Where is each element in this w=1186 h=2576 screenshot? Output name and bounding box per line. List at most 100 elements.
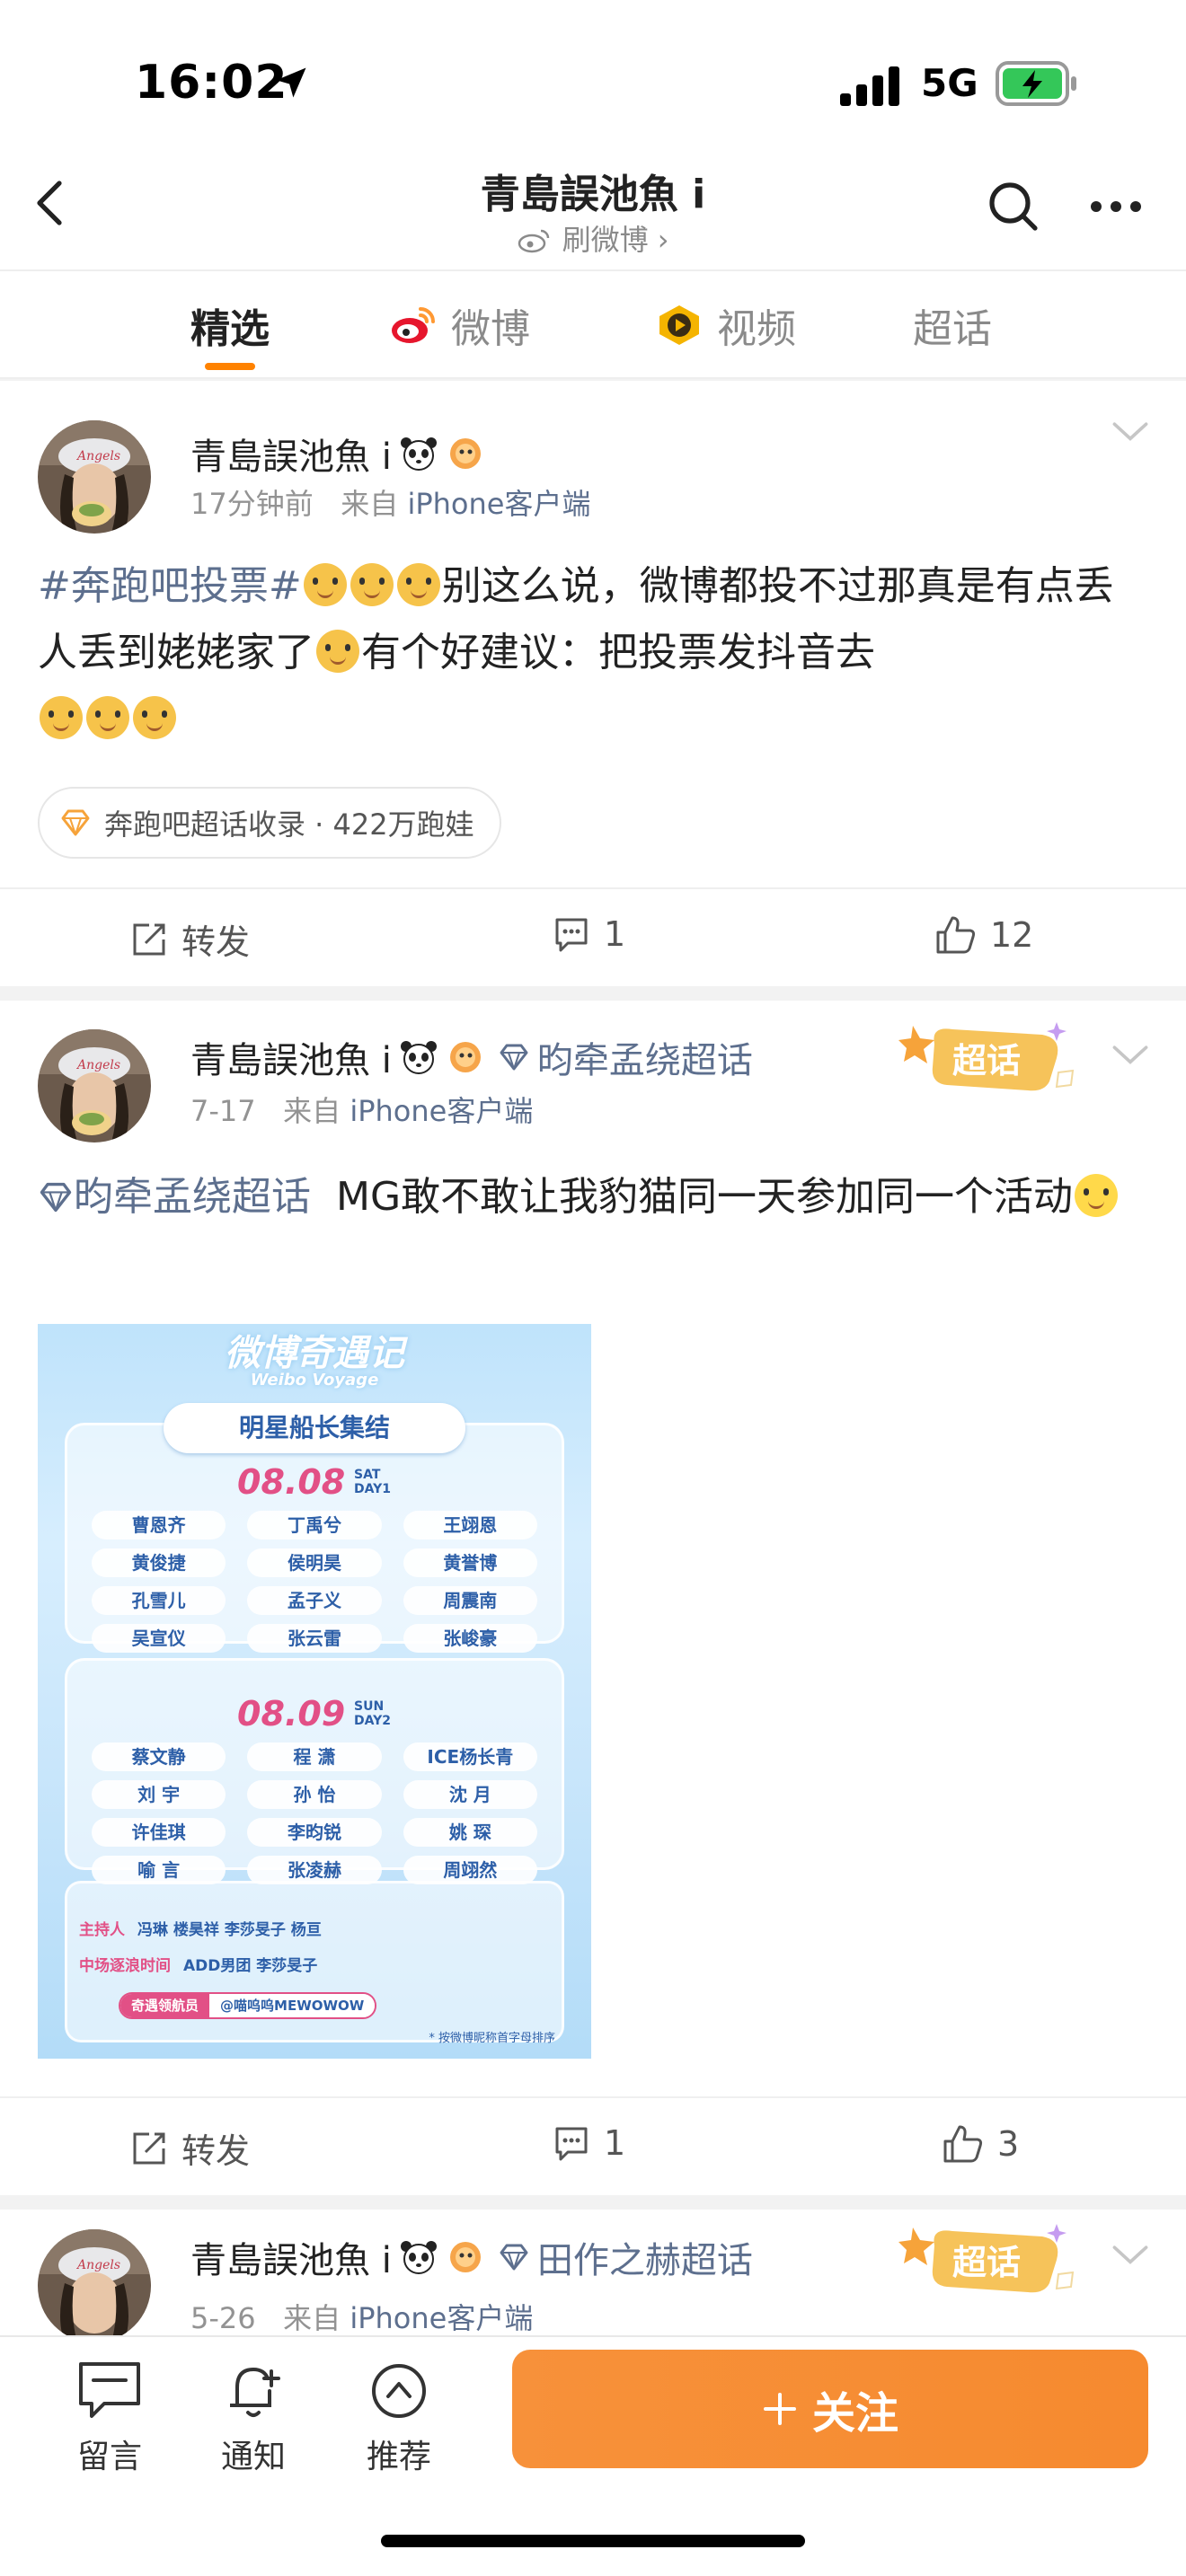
username-text: 青島誤池魚 i: [190, 1040, 392, 1081]
avatar[interactable]: Angels: [38, 2229, 151, 2335]
post-source[interactable]: iPhone客户端: [407, 487, 590, 521]
battery-icon: [996, 61, 1076, 106]
source-prefix: 来自: [341, 487, 399, 521]
topic-link[interactable]: #奔跑吧投票#: [38, 563, 302, 609]
mid-label: 中场逐浪时间: [79, 1957, 171, 1975]
name-tag: 许佳琪: [92, 1818, 226, 1847]
comment-button[interactable]: 1: [552, 914, 625, 954]
status-bar: 16:02 5G: [0, 0, 1186, 144]
supertopic-chip-label: 奔跑吧超话收录 · 422万跑娃: [104, 807, 474, 842]
username-text: 青島誤池魚 i: [190, 437, 392, 478]
name-tag: 孔雪儿: [92, 1586, 226, 1615]
poster-crew-pill: 奇遇领航员 @喵呜呜MEWOWOW: [119, 1992, 377, 2019]
like-button[interactable]: 12: [934, 914, 1033, 956]
name-tag: 孟子义: [247, 1586, 382, 1615]
follow-button[interactable]: 关注: [512, 2350, 1148, 2468]
poster-header: 微博奇遇记 Weibo Voyage: [38, 1324, 591, 1389]
home-indicator[interactable]: [381, 2535, 805, 2547]
post-card: Angels 青島誤池魚 i 昀牵孟绕超话 超话 7-17 来自 iPhone客…: [0, 1001, 1186, 2195]
action-bar: 转发 1 12: [0, 887, 1186, 986]
thumbs-up-icon: [943, 2125, 983, 2163]
post-username[interactable]: 青島誤池魚 i: [190, 428, 485, 480]
post-text: #奔跑吧投票# 别这么说，微博都投不过那真是有点丢人丢到姥姥家了 有个好建议：把投票…: [38, 553, 1152, 753]
poster-header-text: 微博奇遇记: [225, 1333, 404, 1374]
panda-icon: [400, 437, 437, 471]
day2-label: DAY2: [354, 1714, 391, 1728]
message-icon: [79, 2362, 140, 2418]
post-image-wrap: 微博奇遇记 Weibo Voyage 明星船长集结 08.08 SAT DAY1…: [0, 1324, 1186, 2059]
day2-date: 08.09: [237, 1694, 346, 1734]
action-bar: 转发 1 3: [0, 2096, 1186, 2195]
tab-supertopic[interactable]: 超话: [913, 298, 992, 352]
like-count: 3: [997, 2124, 1020, 2164]
more-icon[interactable]: [1087, 180, 1145, 234]
recommend-button[interactable]: 推荐: [345, 2359, 453, 2477]
name-tag: 黄俊捷: [92, 1548, 226, 1577]
bell-plus-icon: [230, 2367, 280, 2417]
post-username[interactable]: 青島誤池魚 i 田作之赫超话: [190, 2231, 753, 2283]
tab-video-label: 视频: [717, 306, 796, 352]
tab-video[interactable]: 视频: [654, 298, 796, 352]
notify-button[interactable]: 通知: [199, 2359, 307, 2477]
post-source[interactable]: iPhone客户端: [350, 2301, 533, 2335]
doge-emoji-icon: [350, 563, 394, 606]
comment-tab-button[interactable]: 留言: [56, 2359, 164, 2477]
panda-icon: [400, 1041, 437, 1074]
like-button[interactable]: 3: [942, 2123, 1019, 2165]
poster-note: * 按微博昵称首字母排序: [429, 2032, 555, 2045]
name-tag: 沈 月: [403, 1780, 537, 1809]
diamond-icon: [40, 1182, 72, 1213]
supertopic-link[interactable]: 昀牵孟绕超话: [537, 1031, 753, 1083]
name-tag: 黄誉博: [403, 1548, 537, 1577]
post-meta: 5-26 来自 iPhone客户端: [190, 2296, 533, 2335]
source-prefix: 来自: [283, 2301, 341, 2335]
fish-badge-icon: [449, 438, 481, 469]
name-tag: 侯明昊: [247, 1548, 382, 1577]
panda-icon: [400, 2241, 437, 2274]
repost-button[interactable]: 转发: [129, 914, 250, 964]
username-text: 青島誤池魚 i: [190, 2240, 392, 2281]
name-tag: 张云雷: [247, 1624, 382, 1653]
tab-featured[interactable]: 精选: [190, 298, 270, 352]
svg-text:Angels: Angels: [75, 2258, 120, 2272]
avatar[interactable]: Angels: [38, 420, 151, 534]
post-time: 7-17: [190, 1094, 256, 1128]
notify-label: 通知: [220, 2439, 286, 2475]
supertopic-link[interactable]: 田作之赫超话: [537, 2231, 753, 2283]
search-icon[interactable]: [987, 180, 1040, 234]
post-image[interactable]: 微博奇遇记 Weibo Voyage 明星船长集结 08.08 SAT DAY1…: [38, 1324, 591, 2059]
chevron-down-icon[interactable]: [1111, 1042, 1150, 1069]
post-time: 5-26: [190, 2301, 256, 2335]
day2-weekday: SUN: [354, 1699, 385, 1714]
video-logo-icon: [659, 305, 699, 345]
location-arrow-icon: [276, 67, 306, 98]
repost-button[interactable]: 转发: [129, 2123, 250, 2173]
name-tag: 周震南: [403, 1586, 537, 1615]
supertopic-chip[interactable]: 奔跑吧超话收录 · 422万跑娃: [38, 787, 501, 859]
nav-header: 青島誤池魚 i 刷微博 ›: [0, 144, 1186, 269]
tab-active-indicator: [205, 363, 255, 370]
chevron-down-icon[interactable]: [1111, 2242, 1150, 2269]
weibo-swirl-icon: [518, 229, 550, 253]
comment-button[interactable]: 1: [552, 2123, 625, 2163]
weibo-logo-icon: [392, 307, 435, 343]
name-tag: 孙 怡: [247, 1780, 382, 1809]
diamond-icon: [61, 809, 90, 836]
avatar[interactable]: Angels: [38, 1029, 151, 1142]
day1-label: DAY1: [354, 1482, 391, 1496]
name-tag: 程 潇: [247, 1742, 382, 1771]
post-username[interactable]: 青島誤池魚 i 昀牵孟绕超话: [190, 1031, 753, 1083]
post-meta: 17分钟前 来自 iPhone客户端: [190, 481, 590, 523]
comment-count: 1: [604, 2123, 626, 2163]
day1-weekday: SAT: [354, 1468, 381, 1482]
post-source[interactable]: iPhone客户端: [350, 1094, 533, 1128]
topic-link[interactable]: 昀牵孟绕超话: [74, 1174, 311, 1220]
svg-text:Angels: Angels: [75, 449, 120, 463]
chevron-down-icon[interactable]: [1111, 419, 1150, 446]
hosts-label: 主持人: [79, 1921, 125, 1939]
follow-label: 关注: [811, 2388, 898, 2439]
tab-weibo[interactable]: 微博: [388, 298, 530, 352]
network-type: 5G: [921, 61, 978, 105]
avatar-image: Angels: [38, 2229, 151, 2335]
supertopic-badge-label: 超话: [952, 1041, 1022, 1081]
